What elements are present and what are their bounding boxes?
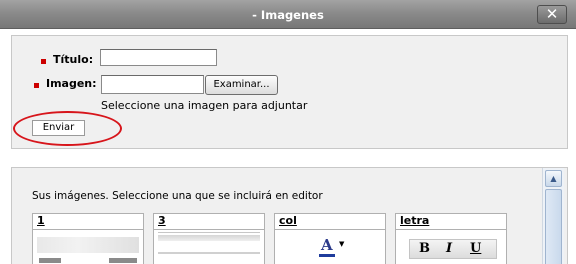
highlight-circle: [13, 111, 122, 146]
italic-icon: I: [446, 241, 453, 256]
chevron-up-icon: ▲: [550, 174, 557, 183]
thumb-preview: B I U: [400, 230, 502, 264]
gallery-item-col[interactable]: col A ▼: [274, 213, 386, 264]
thumb-preview: A ▼: [279, 230, 381, 264]
gallery-item-1[interactable]: 1: [32, 213, 144, 264]
dialog-title: - Imagenes: [252, 8, 324, 22]
preview-line: [158, 252, 260, 254]
image-dialog: - Imagenes ✕ Título: Imagen: Examinar...…: [0, 0, 576, 264]
underline-icon: U: [470, 241, 482, 256]
preview-bar: [158, 235, 260, 241]
close-button[interactable]: ✕: [537, 5, 567, 24]
gallery-item-label: col: [279, 214, 297, 227]
gallery-item-label: 3: [158, 214, 166, 227]
preview-mark: [109, 258, 137, 263]
thumb-preview: [37, 230, 139, 264]
image-gallery: Sus imágenes. Seleccione una que se incl…: [11, 167, 568, 264]
title-label: Título:: [53, 53, 94, 66]
preview-fill: [37, 237, 139, 253]
scroll-up-button[interactable]: ▲: [545, 170, 562, 187]
required-marker: [41, 59, 46, 64]
thumb-preview: [158, 230, 260, 264]
gallery-item-label: 1: [37, 214, 45, 227]
format-toolbar: B I U: [409, 239, 497, 259]
gallery-scrollbar[interactable]: ▲: [542, 168, 564, 264]
image-file-input[interactable]: [101, 75, 204, 94]
scroll-thumb[interactable]: [545, 189, 562, 264]
gallery-item-3[interactable]: 3: [153, 213, 265, 264]
preview-mark: [39, 258, 61, 263]
gallery-item-label: letra: [400, 214, 430, 227]
bold-icon: B: [419, 241, 430, 256]
font-color-icon: A: [321, 236, 333, 254]
upload-hint: Seleccione una imagen para adjuntar: [101, 99, 308, 112]
gallery-caption: Sus imágenes. Seleccione una que se incl…: [32, 190, 323, 202]
title-input[interactable]: [100, 49, 217, 66]
browse-button[interactable]: Examinar...: [205, 75, 278, 95]
close-icon: ✕: [545, 5, 559, 23]
title-bar[interactable]: - Imagenes ✕: [0, 0, 576, 29]
chevron-down-icon: ▼: [339, 240, 345, 248]
image-label: Imagen:: [46, 77, 97, 90]
color-swatch: [319, 254, 335, 257]
required-marker: [34, 83, 39, 88]
preview-line: [158, 232, 260, 233]
gallery-item-letra[interactable]: letra B I U: [395, 213, 507, 264]
